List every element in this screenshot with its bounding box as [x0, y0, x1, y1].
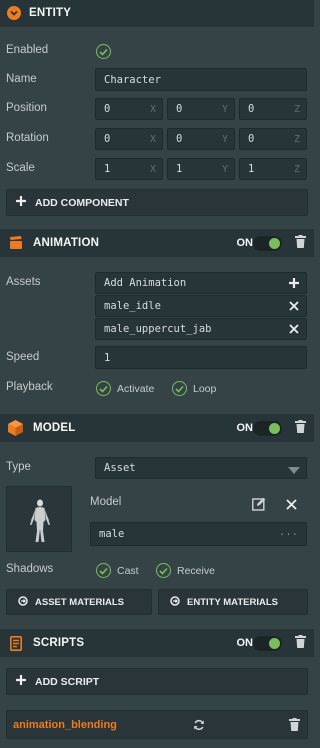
check-icon	[99, 48, 108, 56]
loop-checkbox[interactable]	[172, 381, 187, 396]
animation-on-label: ON	[236, 237, 254, 249]
model-enabled-toggle[interactable]	[253, 420, 282, 436]
trash-icon[interactable]	[295, 635, 306, 651]
cast-label: Cast	[117, 565, 139, 577]
enabled-checkbox[interactable]	[96, 44, 111, 59]
asset-materials-button[interactable]: ASSET MATERIALS	[6, 589, 152, 615]
rotation-z-input[interactable]: 0Z	[239, 128, 307, 150]
add-animation-row[interactable]: Add Animation	[95, 272, 307, 294]
chevron-down-icon	[288, 465, 300, 477]
plus-icon	[16, 675, 26, 688]
script-name[interactable]: animation_blending	[13, 719, 117, 731]
collapse-chevron-icon[interactable]	[7, 6, 21, 23]
refresh-icon[interactable]	[193, 719, 205, 734]
name-input[interactable]: Character	[95, 68, 307, 91]
asset-item-male-uppercut-jab[interactable]: male_uppercut_jab	[95, 318, 307, 340]
animation-header[interactable]: ANIMATION ON	[0, 229, 314, 257]
human-figure-icon	[30, 499, 50, 542]
model-header[interactable]: MODEL ON	[0, 414, 314, 442]
type-label: Type	[6, 461, 31, 473]
activate-label: Activate	[117, 383, 155, 395]
position-y-input[interactable]: 0Y	[167, 98, 235, 120]
trash-icon[interactable]	[295, 420, 306, 436]
cube-icon	[8, 420, 23, 439]
name-label: Name	[6, 73, 37, 85]
model-thumbnail[interactable]	[6, 486, 72, 552]
check-icon	[99, 385, 108, 393]
more-options-icon[interactable]: ...	[279, 526, 298, 538]
scripts-header[interactable]: SCRIPTS ON	[0, 629, 314, 657]
playback-label: Playback	[6, 381, 53, 393]
edit-icon[interactable]	[252, 497, 266, 514]
animation-clapper-icon	[9, 236, 23, 253]
loop-label: Loop	[193, 383, 217, 395]
scale-y-input[interactable]: 1Y	[167, 158, 235, 180]
rotation-y-input[interactable]: 0Y	[167, 128, 235, 150]
rotation-label: Rotation	[6, 132, 49, 144]
rotation-x-input[interactable]: 0X	[95, 128, 163, 150]
model-on-label: ON	[236, 422, 254, 434]
model-title: MODEL	[33, 422, 76, 434]
plus-icon	[16, 196, 26, 209]
script-document-icon	[10, 636, 22, 654]
add-component-button[interactable]: ADD COMPONENT	[6, 189, 308, 216]
cast-checkbox[interactable]	[96, 563, 111, 578]
scripts-title: SCRIPTS	[33, 637, 85, 649]
scale-z-input[interactable]: 1Z	[239, 158, 307, 180]
position-z-input[interactable]: 0Z	[239, 98, 307, 120]
model-label: Model	[90, 496, 122, 508]
check-icon	[175, 385, 184, 393]
scale-label: Scale	[6, 162, 35, 174]
speed-label: Speed	[6, 351, 40, 363]
close-icon[interactable]	[286, 499, 297, 513]
animation-enabled-toggle[interactable]	[253, 235, 282, 251]
entity-title: ENTITY	[29, 7, 72, 19]
script-item[interactable]: animation_blending	[6, 710, 308, 739]
position-x-input[interactable]: 0X	[95, 98, 163, 120]
scale-x-input[interactable]: 1X	[95, 158, 163, 180]
speed-input[interactable]: 1	[95, 346, 307, 369]
enabled-label: Enabled	[6, 44, 49, 56]
add-script-button[interactable]: ADD SCRIPT	[6, 668, 308, 695]
target-icon	[170, 595, 180, 609]
scripts-on-label: ON	[236, 637, 254, 649]
receive-label: Receive	[177, 565, 215, 577]
activate-checkbox[interactable]	[96, 381, 111, 396]
remove-asset-close-icon[interactable]	[289, 301, 299, 314]
scripts-enabled-toggle[interactable]	[253, 635, 282, 651]
target-icon	[18, 595, 28, 609]
check-icon	[159, 567, 168, 575]
asset-item-male-idle[interactable]: male_idle	[95, 295, 307, 317]
model-asset-field[interactable]: male ...	[90, 522, 307, 546]
shadows-label: Shadows	[6, 563, 54, 575]
entity-header[interactable]: ENTITY	[0, 0, 314, 27]
trash-icon[interactable]	[289, 718, 300, 734]
add-animation-plus-icon[interactable]	[289, 278, 299, 291]
check-icon	[99, 567, 108, 575]
remove-asset-close-icon[interactable]	[289, 324, 299, 337]
trash-icon[interactable]	[295, 235, 306, 251]
animation-title: ANIMATION	[33, 237, 100, 249]
receive-checkbox[interactable]	[156, 563, 171, 578]
assets-label: Assets	[6, 276, 41, 288]
position-label: Position	[6, 102, 47, 114]
entity-materials-button[interactable]: ENTITY MATERIALS	[158, 589, 308, 615]
type-select[interactable]: Asset	[95, 457, 307, 479]
